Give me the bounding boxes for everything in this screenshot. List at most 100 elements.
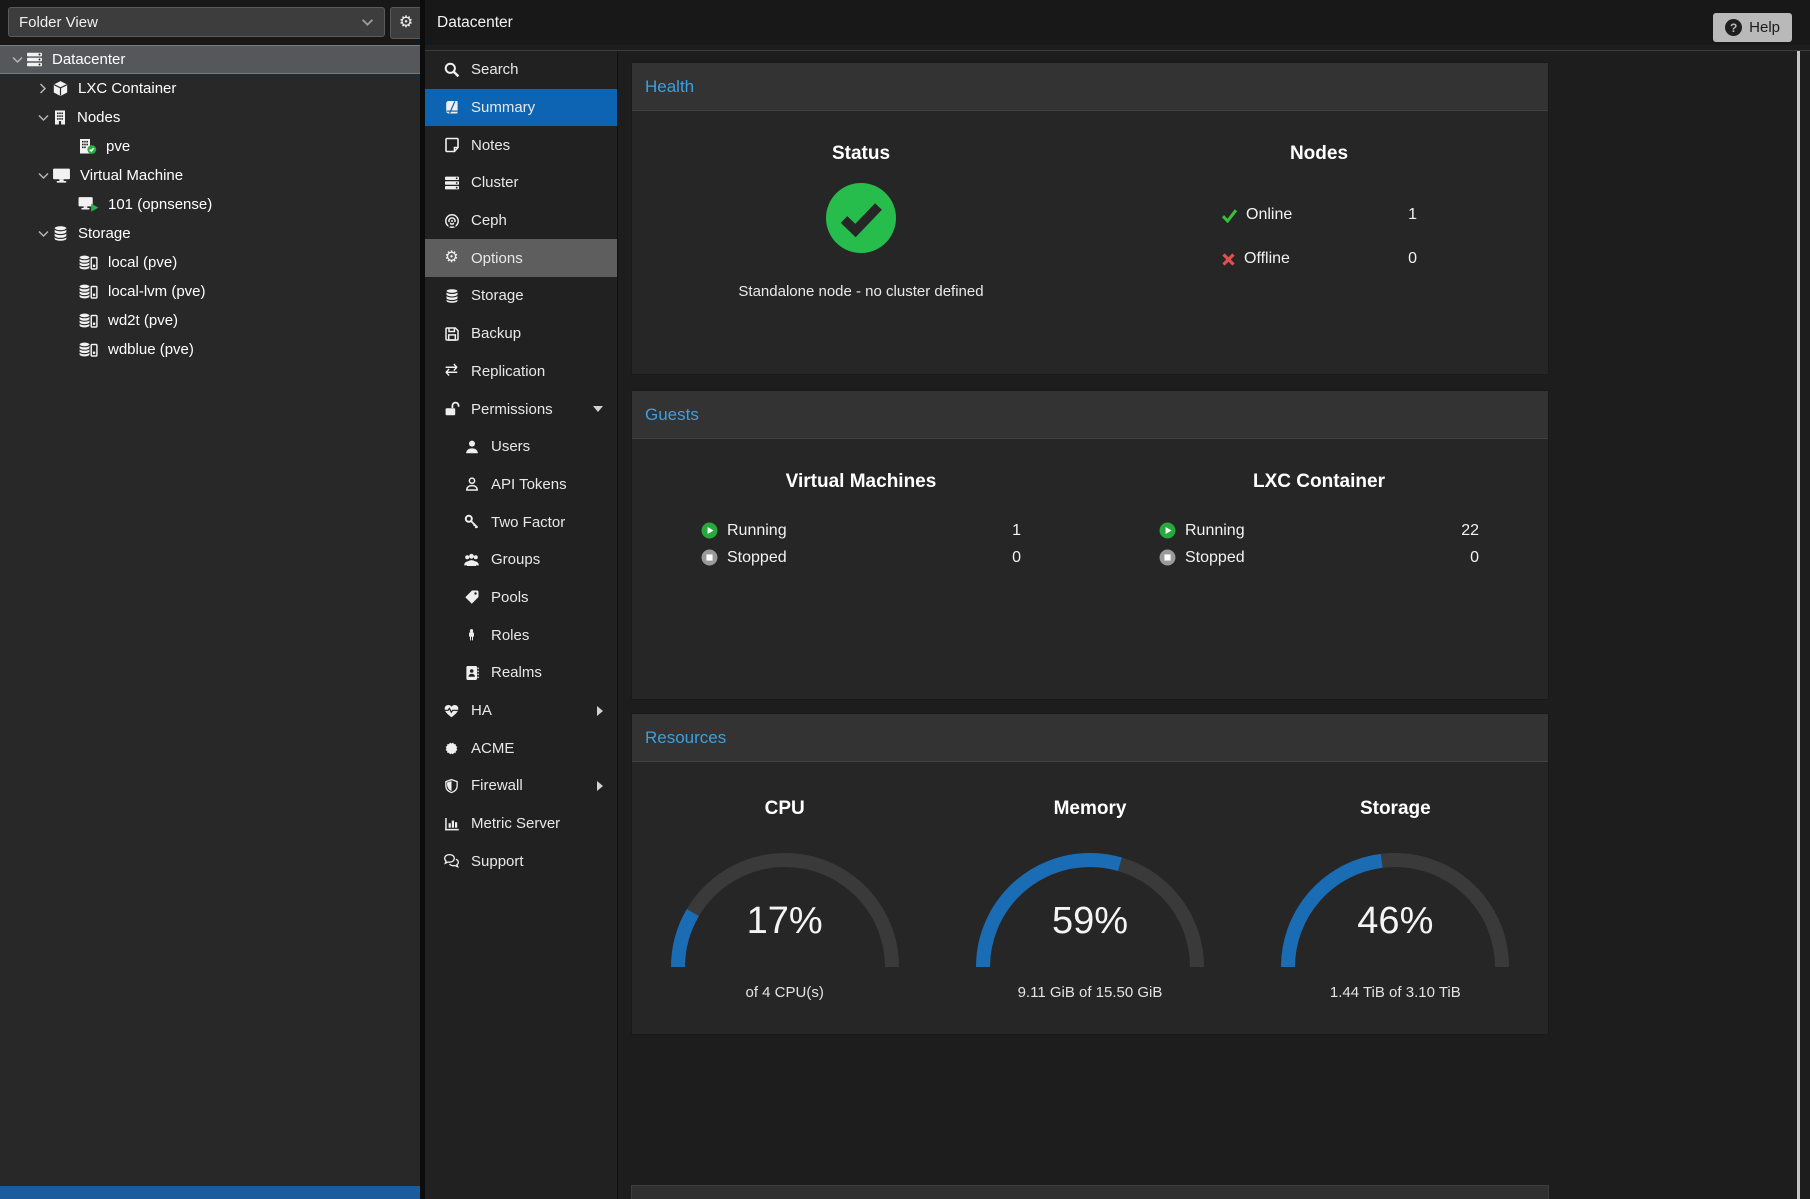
menu-item-ceph[interactable]: Ceph bbox=[425, 202, 617, 240]
storage-volume-icon bbox=[78, 254, 99, 271]
view-mode-select[interactable]: Folder View bbox=[8, 7, 385, 37]
menu-item-permissions[interactable]: Permissions bbox=[425, 390, 617, 428]
menu-item-groups[interactable]: Groups bbox=[425, 541, 617, 579]
tree-item-lxc-container[interactable]: LXC Container bbox=[0, 74, 420, 103]
menu-item-cluster[interactable]: Cluster bbox=[425, 164, 617, 202]
resources-panel-header: Resources bbox=[632, 714, 1548, 762]
storage-volume-icon bbox=[78, 312, 99, 329]
chevron-down-icon[interactable] bbox=[34, 230, 52, 238]
tree-item-storage-wd2t[interactable]: wd2t (pve) bbox=[0, 306, 420, 335]
menu-item-label: Search bbox=[471, 61, 519, 78]
storage-percent: 46% bbox=[1267, 900, 1523, 943]
menu-item-label: Two Factor bbox=[491, 514, 565, 531]
tree-item-nodes[interactable]: Nodes bbox=[0, 103, 420, 132]
menu-item-firewall[interactable]: Firewall bbox=[425, 767, 617, 805]
tree-item-virtual-machine[interactable]: Virtual Machine bbox=[0, 161, 420, 190]
tree-item-label: Nodes bbox=[77, 109, 120, 126]
stop-circle-icon bbox=[1159, 549, 1176, 566]
chevron-down-icon[interactable] bbox=[8, 56, 26, 64]
running-label: Running bbox=[1185, 522, 1245, 540]
menu-item-label: Firewall bbox=[471, 777, 523, 794]
tree-item-datacenter[interactable]: Datacenter bbox=[0, 45, 420, 74]
guests-panel-header: Guests bbox=[632, 391, 1548, 439]
menu-item-users[interactable]: Users bbox=[425, 428, 617, 466]
tree-item-vm-101[interactable]: 101 (opnsense) bbox=[0, 190, 420, 219]
vm-stopped-row: Stopped 0 bbox=[701, 544, 1021, 571]
chevron-right-icon bbox=[597, 706, 603, 716]
menu-item-ha[interactable]: HA bbox=[425, 692, 617, 730]
guests-title: Guests bbox=[645, 405, 699, 425]
menu-item-metric-server[interactable]: Metric Server bbox=[425, 805, 617, 843]
storage-detail: 1.44 TiB of 3.10 TiB bbox=[1330, 984, 1461, 1001]
users-group-icon bbox=[463, 552, 480, 568]
menu-item-api-tokens[interactable]: API Tokens bbox=[425, 466, 617, 504]
menu-item-label: Permissions bbox=[471, 401, 553, 418]
menu-item-notes[interactable]: Notes bbox=[425, 126, 617, 164]
tree-item-label: wdblue (pve) bbox=[108, 341, 194, 358]
desktop-icon bbox=[52, 167, 71, 184]
status-ok-icon bbox=[632, 181, 1090, 255]
memory-percent: 59% bbox=[962, 900, 1218, 943]
tree-item-label: Datacenter bbox=[52, 51, 125, 68]
menu-item-realms[interactable]: Realms bbox=[425, 654, 617, 692]
vm-running-row: Running 1 bbox=[701, 517, 1021, 544]
menu-item-replication[interactable]: ⇄ Replication bbox=[425, 353, 617, 391]
health-title: Health bbox=[645, 77, 694, 97]
menu-item-search[interactable]: Search bbox=[425, 51, 617, 89]
tree-settings-button[interactable]: ⚙ bbox=[390, 7, 422, 39]
tree-item-label: Storage bbox=[78, 225, 131, 242]
database-icon bbox=[443, 288, 460, 304]
help-button[interactable]: ? Help bbox=[1713, 13, 1792, 42]
memory-detail: 9.11 GiB of 15.50 GiB bbox=[1018, 984, 1163, 1001]
lxc-stopped-row: Stopped 0 bbox=[1159, 544, 1479, 571]
nodes-offline-row: Offline 0 bbox=[1221, 245, 1417, 273]
question-icon: ? bbox=[1725, 19, 1742, 36]
menu-item-pools[interactable]: Pools bbox=[425, 579, 617, 617]
tree-item-label: wd2t (pve) bbox=[108, 312, 178, 329]
tree-item-label: local-lvm (pve) bbox=[108, 283, 206, 300]
storage-gauge: Storage 46% 1.44 TiB of 3.10 TiB bbox=[1243, 798, 1548, 1001]
status-heading: Status bbox=[632, 143, 1090, 165]
server-stack-icon bbox=[26, 51, 43, 68]
tree-item-storage-wdblue[interactable]: wdblue (pve) bbox=[0, 335, 420, 364]
user-outline-icon bbox=[463, 476, 480, 492]
tree-item-storage[interactable]: Storage bbox=[0, 219, 420, 248]
menu-item-label: Users bbox=[491, 438, 530, 455]
menu-item-options[interactable]: ⚙ Options bbox=[425, 239, 617, 277]
menu-item-storage[interactable]: Storage bbox=[425, 277, 617, 315]
vm-stopped-value: 0 bbox=[1012, 549, 1021, 567]
status-text: Standalone node - no cluster defined bbox=[632, 283, 1090, 300]
menu-item-label: Ceph bbox=[471, 212, 507, 229]
menu-item-two-factor[interactable]: Two Factor bbox=[425, 503, 617, 541]
play-circle-icon bbox=[1159, 522, 1176, 539]
menu-item-roles[interactable]: Roles bbox=[425, 616, 617, 654]
vm-running-value: 1 bbox=[1012, 522, 1021, 540]
online-label: Online bbox=[1246, 206, 1292, 224]
tree-item-label: pve bbox=[106, 138, 130, 155]
cpu-gauge: CPU 17% of 4 CPU(s) bbox=[632, 798, 937, 1001]
menu-item-acme[interactable]: ACME bbox=[425, 729, 617, 767]
menu-item-label: Notes bbox=[471, 137, 510, 154]
cube-icon bbox=[52, 80, 69, 97]
vm-heading: Virtual Machines bbox=[632, 471, 1090, 493]
menu-item-label: Groups bbox=[491, 551, 540, 568]
tree-item-storage-local[interactable]: local (pve) bbox=[0, 248, 420, 277]
tree-item-pve[interactable]: pve bbox=[0, 132, 420, 161]
proxmox-app: Folder View ⚙ Datacenter ? Help Datacent… bbox=[0, 0, 1810, 1199]
tree-item-storage-local-lvm[interactable]: local-lvm (pve) bbox=[0, 277, 420, 306]
chevron-right-icon[interactable] bbox=[34, 83, 52, 94]
gear-icon: ⚙ bbox=[399, 15, 413, 31]
bottom-panel-splitter[interactable] bbox=[0, 1186, 420, 1199]
tree-item-label: 101 (opnsense) bbox=[108, 196, 212, 213]
menu-item-label: Roles bbox=[491, 627, 529, 644]
chevron-down-icon[interactable] bbox=[34, 114, 52, 122]
menu-item-summary[interactable]: Summary bbox=[425, 89, 617, 127]
vertical-scrollbar[interactable] bbox=[1797, 51, 1800, 1199]
menu-item-backup[interactable]: Backup bbox=[425, 315, 617, 353]
chevron-down-icon[interactable] bbox=[34, 172, 52, 180]
address-book-icon bbox=[463, 665, 480, 681]
heartbeat-icon bbox=[443, 703, 460, 719]
help-label: Help bbox=[1749, 19, 1780, 36]
menu-item-support[interactable]: Support bbox=[425, 842, 617, 880]
search-icon bbox=[443, 62, 460, 78]
